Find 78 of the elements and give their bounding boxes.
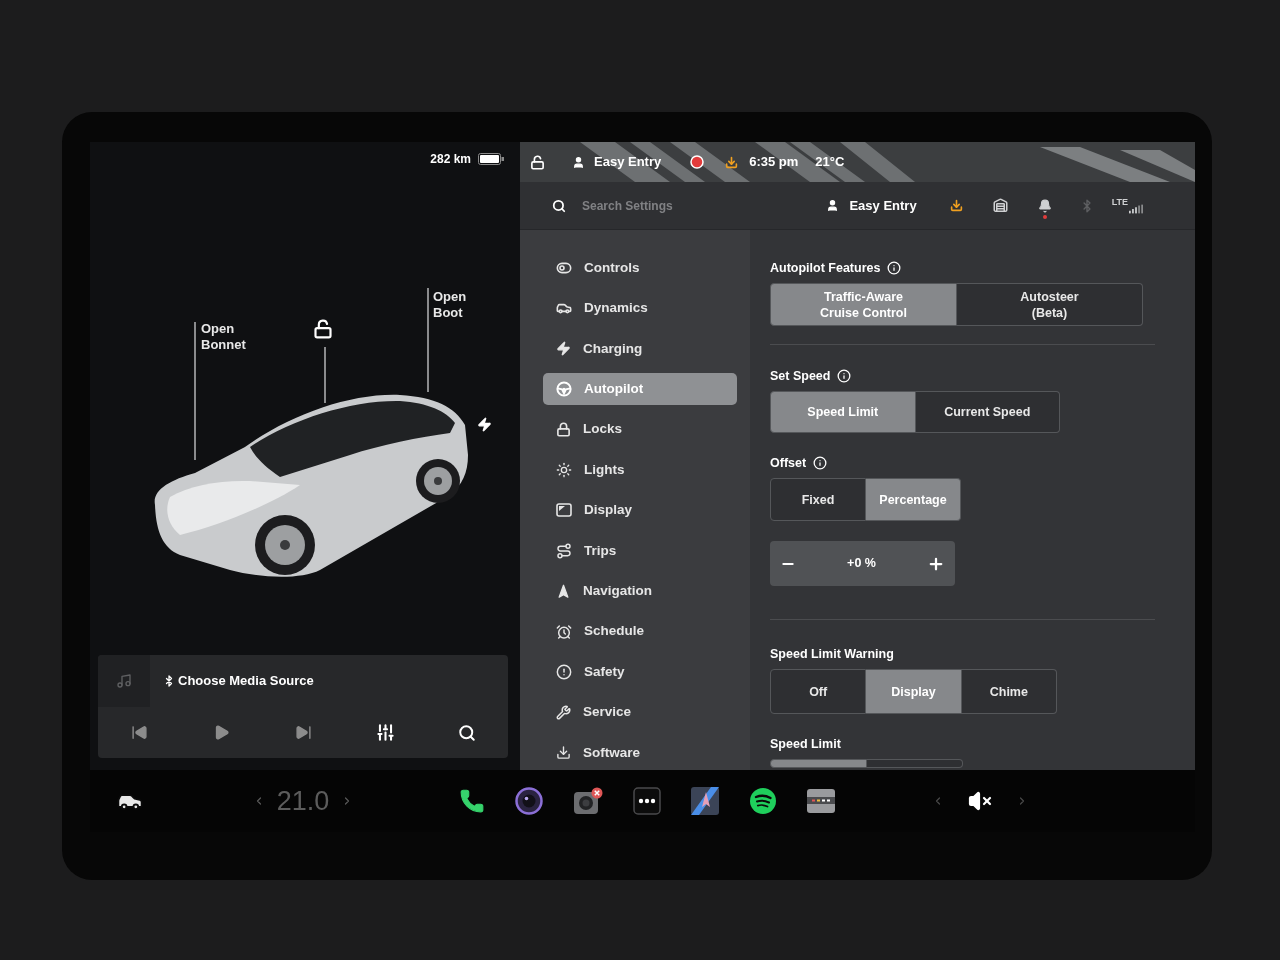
record-dot-icon[interactable] bbox=[690, 155, 705, 169]
menu-item[interactable]: Trips bbox=[543, 534, 737, 567]
audio-waves-circle-icon[interactable] bbox=[749, 787, 777, 815]
camera-lens-icon[interactable] bbox=[515, 787, 543, 815]
camera-icon[interactable] bbox=[573, 787, 603, 815]
menu-item[interactable]: Charging bbox=[543, 332, 737, 365]
previous-track-icon[interactable] bbox=[130, 724, 148, 741]
toggle-icon bbox=[556, 260, 572, 276]
setting-title: Offset bbox=[770, 454, 807, 472]
muted-speaker-icon[interactable] bbox=[968, 789, 992, 813]
battery-icon bbox=[478, 152, 504, 165]
lightning-icon bbox=[556, 341, 571, 357]
menu-item[interactable]: Display bbox=[543, 494, 737, 527]
segment-option[interactable]: Chime bbox=[961, 669, 1057, 714]
media-source-prompt[interactable]: Choose Media Source bbox=[178, 671, 314, 691]
hotspot-label[interactable]: Open Bonnet bbox=[201, 321, 246, 353]
menu-item[interactable]: Locks bbox=[543, 413, 737, 446]
menu-item[interactable]: Schedule bbox=[543, 615, 737, 648]
alarm-clock-icon bbox=[556, 623, 572, 640]
range-reading: 282 km bbox=[430, 150, 471, 168]
search-icon[interactable] bbox=[458, 723, 476, 742]
setting-title: Speed Limit Warning bbox=[770, 645, 894, 663]
menu-item[interactable]: Controls bbox=[543, 252, 737, 284]
setting-title: Speed Limit bbox=[770, 735, 841, 753]
segment-option[interactable]: Fixed bbox=[770, 478, 866, 521]
sun-icon bbox=[556, 461, 572, 478]
alert-circle-icon bbox=[556, 663, 572, 680]
segment-option[interactable]: Speed Limit bbox=[770, 391, 916, 433]
bluetooth-icon bbox=[163, 675, 175, 687]
stepper-value: +0 % bbox=[847, 555, 876, 573]
equalizer-icon[interactable] bbox=[375, 723, 395, 742]
segment-option[interactable]: Percentage bbox=[866, 478, 961, 521]
navigation-arrow-icon bbox=[556, 583, 571, 599]
setting-title: Autopilot Features bbox=[770, 259, 881, 277]
profile-name[interactable]: Easy Entry bbox=[849, 195, 917, 216]
menu-item[interactable]: Safety bbox=[543, 655, 737, 688]
download-icon[interactable] bbox=[725, 155, 739, 169]
display-icon bbox=[556, 503, 572, 518]
menu-item[interactable]: Service bbox=[543, 696, 737, 729]
segment-option[interactable]: Off bbox=[770, 669, 867, 714]
person-icon bbox=[572, 155, 585, 169]
route-icon bbox=[556, 542, 572, 559]
next-track-icon[interactable] bbox=[294, 724, 312, 741]
clock-time: 6:35 pm bbox=[749, 153, 799, 172]
search-icon bbox=[552, 198, 566, 213]
person-icon bbox=[826, 199, 840, 212]
lock-icon bbox=[556, 422, 571, 438]
menu-item[interactable]: Software bbox=[543, 736, 737, 769]
card-icon[interactable] bbox=[807, 787, 835, 815]
segment-option[interactable]: Display bbox=[866, 669, 962, 714]
menu-item[interactable]: Navigation bbox=[543, 575, 737, 608]
bell-icon[interactable] bbox=[1037, 198, 1052, 213]
segment-option[interactable]: Traffic-Aware Cruise Control bbox=[770, 283, 957, 326]
signal-bars-icon bbox=[1129, 203, 1143, 214]
steering-wheel-icon bbox=[556, 381, 572, 398]
phone-icon[interactable] bbox=[459, 788, 485, 814]
menu-item[interactable]: Lights bbox=[543, 453, 737, 486]
segment-option[interactable]: Autosteer (Beta) bbox=[957, 283, 1143, 326]
info-icon[interactable] bbox=[887, 261, 902, 275]
unlock-icon[interactable] bbox=[530, 154, 545, 170]
wrench-icon bbox=[556, 704, 571, 720]
network-label: LTE bbox=[1111, 197, 1128, 207]
music-note-icon bbox=[116, 673, 132, 689]
info-icon[interactable] bbox=[813, 456, 828, 470]
lightning-icon[interactable] bbox=[477, 417, 492, 432]
map-icon[interactable] bbox=[691, 787, 719, 815]
outside-temperature: 21°C bbox=[815, 153, 845, 172]
menu-item[interactable]: Dynamics bbox=[543, 292, 737, 325]
info-icon[interactable] bbox=[837, 369, 852, 383]
hotspot-label[interactable]: Open Boot bbox=[433, 289, 467, 321]
unlock-icon[interactable] bbox=[313, 319, 333, 339]
garage-icon[interactable] bbox=[992, 198, 1008, 213]
download-icon bbox=[556, 745, 571, 761]
setting-title: Set Speed bbox=[770, 367, 831, 385]
download-icon[interactable] bbox=[949, 199, 963, 212]
leader-line bbox=[324, 347, 326, 403]
more-dots-icon[interactable] bbox=[633, 787, 661, 815]
segment-option[interactable]: Current Speed bbox=[915, 391, 1060, 433]
